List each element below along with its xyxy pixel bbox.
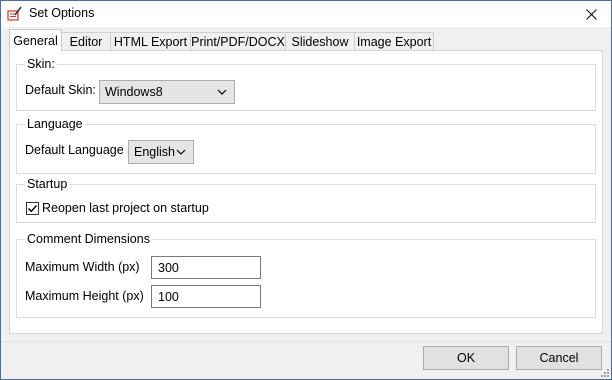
max-width-label: Maximum Width (px) — [25, 260, 140, 274]
language-group-label: Language — [25, 117, 85, 131]
startup-group-label: Startup — [25, 177, 70, 191]
tab-print-pdf-docx[interactable]: Print/PDF/DOCX — [190, 32, 286, 50]
skin-group-label: Skin: — [25, 57, 57, 71]
checkmark-icon — [28, 205, 38, 213]
default-language-select[interactable]: English — [128, 140, 194, 164]
close-button[interactable] — [571, 1, 611, 27]
app-icon — [7, 6, 23, 22]
cancel-button[interactable]: Cancel — [516, 346, 602, 370]
language-group: Language Default Language English — [16, 117, 596, 174]
comment-dimensions-label: Comment Dimensions — [25, 232, 152, 246]
general-tab-panel: Skin: Default Skin: Windows8 Language De… — [9, 50, 603, 334]
max-width-input[interactable]: 300 — [151, 256, 261, 279]
default-skin-select[interactable]: Windows8 — [99, 80, 235, 104]
reopen-project-checkbox[interactable] — [26, 202, 39, 215]
default-skin-value: Windows8 — [105, 85, 163, 99]
max-height-input[interactable]: 100 — [151, 285, 261, 308]
window-title: Set Options — [29, 6, 95, 20]
comment-dimensions-group: Comment Dimensions Maximum Width (px) 30… — [16, 232, 596, 318]
chevron-down-icon — [217, 89, 227, 95]
tab-html-export[interactable]: HTML Export — [110, 32, 191, 50]
default-language-value: English — [134, 145, 175, 159]
default-language-label: Default Language — [25, 143, 124, 157]
startup-group: Startup Reopen last project on startup — [16, 177, 596, 223]
options-dialog: Set Options General Editor HTML Export P… — [0, 0, 612, 380]
skin-group: Skin: Default Skin: Windows8 — [16, 57, 596, 111]
default-skin-label: Default Skin: — [25, 83, 96, 97]
chevron-down-icon — [176, 149, 186, 155]
tab-image-export[interactable]: Image Export — [354, 32, 434, 50]
tab-slideshow[interactable]: Slideshow — [285, 32, 355, 50]
reopen-project-label[interactable]: Reopen last project on startup — [42, 201, 209, 215]
title-bar[interactable]: Set Options — [1, 1, 611, 27]
max-height-label: Maximum Height (px) — [25, 289, 144, 303]
footer-divider — [1, 341, 611, 342]
close-icon — [585, 8, 597, 20]
tab-general[interactable]: General — [9, 29, 62, 51]
tab-editor[interactable]: Editor — [61, 32, 111, 50]
ok-button[interactable]: OK — [423, 346, 509, 370]
resize-grip-icon[interactable] — [599, 367, 609, 377]
